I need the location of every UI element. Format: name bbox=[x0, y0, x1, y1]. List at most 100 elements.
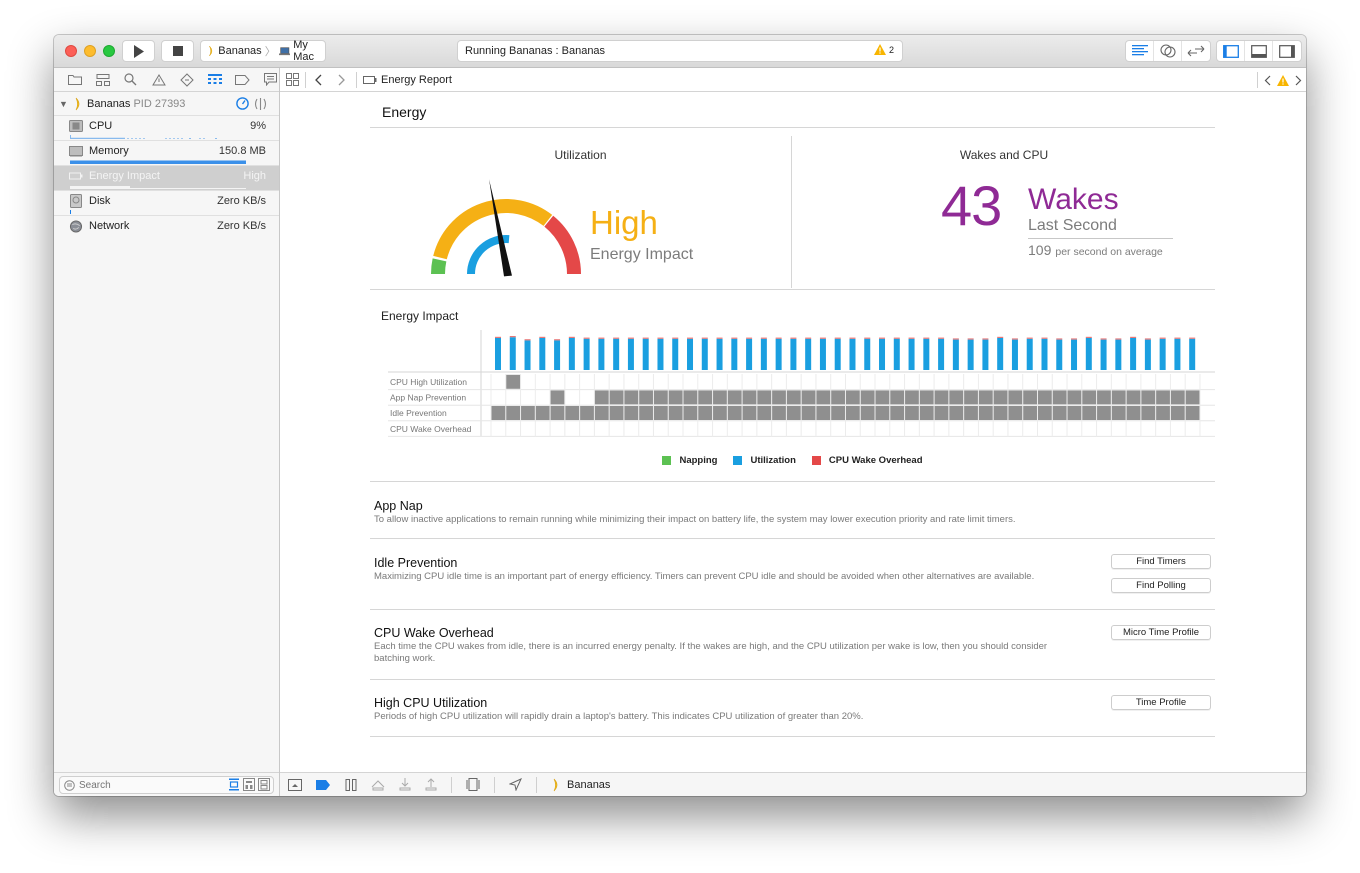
gauge-icon[interactable] bbox=[236, 97, 249, 110]
utilization-bar bbox=[701, 338, 708, 370]
warnings-indicator[interactable]: 2 bbox=[873, 44, 894, 55]
state-cell bbox=[993, 390, 1008, 405]
debug-navigator-tab[interactable] bbox=[206, 71, 223, 88]
next-issue-icon[interactable] bbox=[1295, 75, 1302, 86]
state-cell bbox=[875, 390, 890, 405]
disclosure-triangle-icon[interactable]: ▼ bbox=[59, 99, 71, 109]
breakpoints-toggle-icon[interactable] bbox=[316, 779, 331, 790]
utilization-bar bbox=[879, 338, 886, 370]
utilization-bar bbox=[893, 338, 900, 370]
related-items-icon[interactable] bbox=[286, 73, 299, 86]
thread-options-icon[interactable] bbox=[254, 98, 268, 110]
view-debugger-icon[interactable] bbox=[466, 778, 480, 791]
find-timers-button[interactable]: Find Timers bbox=[1111, 554, 1211, 569]
toggle-navigator-button[interactable] bbox=[1217, 41, 1245, 61]
gauge-network[interactable]: Network Zero KB/s bbox=[54, 216, 279, 241]
report-navigator-tab[interactable] bbox=[262, 71, 279, 88]
breakpoint-navigator-tab[interactable] bbox=[234, 71, 251, 88]
version-editor-button[interactable] bbox=[1182, 41, 1210, 61]
energy-impact-chart: CPU High Utilization App Nap Prevention Id… bbox=[388, 330, 1215, 437]
step-over-icon[interactable] bbox=[371, 779, 385, 791]
wake-overhead-bar bbox=[731, 337, 738, 339]
project-navigator-tab[interactable] bbox=[66, 71, 83, 88]
gauge-memory[interactable]: Memory 150.8 MB bbox=[54, 141, 279, 166]
section-high-cpu-utilization: High CPU Utilization Periods of high CPU… bbox=[370, 680, 1215, 737]
wake-overhead-bar bbox=[701, 337, 708, 339]
forward-icon[interactable] bbox=[338, 74, 346, 86]
jump-bar-title[interactable]: Energy Report bbox=[381, 74, 452, 86]
find-navigator-tab[interactable] bbox=[122, 71, 139, 88]
lines-icon bbox=[1131, 45, 1148, 56]
state-cell bbox=[506, 374, 521, 389]
state-cell bbox=[831, 406, 845, 420]
find-polling-button[interactable]: Find Polling bbox=[1111, 578, 1211, 593]
warning-icon[interactable] bbox=[1277, 74, 1289, 86]
section-app-nap: App Nap To allow inactive applications t… bbox=[370, 482, 1215, 539]
play-icon bbox=[133, 44, 144, 58]
gauge-disk[interactable]: Disk Zero KB/s bbox=[54, 191, 279, 216]
threads-filter-icon[interactable] bbox=[243, 778, 255, 791]
step-out-icon[interactable] bbox=[425, 778, 437, 791]
debug-navigator: ▼ Bananas PID 27393 CPU 9% Memory 150.8 … bbox=[54, 68, 280, 796]
network-icon bbox=[69, 220, 83, 233]
hide-debug-area-icon[interactable] bbox=[288, 778, 302, 791]
gauges-filter-icon[interactable] bbox=[228, 778, 240, 791]
gauge-value: Zero KB/s bbox=[217, 220, 266, 232]
close-window-button[interactable] bbox=[65, 45, 77, 57]
state-cell bbox=[1082, 406, 1097, 420]
left-panel-icon bbox=[1222, 44, 1239, 58]
wakes-period: Last Second bbox=[1028, 217, 1117, 234]
wake-overhead-bar bbox=[849, 337, 856, 339]
jump-bar: Energy Report bbox=[280, 68, 1306, 92]
micro-time-profile-button[interactable]: Micro Time Profile bbox=[1111, 625, 1211, 640]
debug-target[interactable]: Bananas bbox=[551, 778, 610, 792]
scheme-name[interactable]: Bananas bbox=[218, 45, 261, 57]
report-heading: Energy bbox=[370, 92, 1215, 128]
state-cell bbox=[1008, 390, 1023, 405]
location-icon[interactable] bbox=[509, 778, 522, 791]
stop-icon bbox=[172, 46, 183, 56]
search-input[interactable] bbox=[79, 779, 219, 791]
step-into-icon[interactable] bbox=[399, 778, 411, 791]
toggle-debug-area-button[interactable] bbox=[1245, 41, 1273, 61]
utilization-bar bbox=[1115, 339, 1122, 370]
assistant-editor-button[interactable] bbox=[1154, 41, 1182, 61]
filter-field[interactable] bbox=[59, 776, 274, 794]
state-cell bbox=[845, 390, 860, 405]
test-navigator-tab[interactable] bbox=[178, 71, 195, 88]
utilization-panel: Utilization High Energy Impact bbox=[370, 136, 792, 288]
minimize-window-button[interactable] bbox=[84, 45, 96, 57]
back-icon[interactable] bbox=[314, 74, 322, 86]
gauge-energy-impact[interactable]: Energy Impact High bbox=[54, 166, 279, 191]
symbol-navigator-tab[interactable] bbox=[94, 71, 111, 88]
issue-navigator-tab[interactable] bbox=[150, 71, 167, 88]
queues-filter-icon[interactable] bbox=[258, 778, 270, 791]
zoom-window-button[interactable] bbox=[103, 45, 115, 57]
utilization-bar bbox=[1041, 338, 1048, 370]
stop-button[interactable] bbox=[161, 40, 194, 62]
scheme-selector[interactable]: Bananas 〉 My Mac bbox=[200, 39, 326, 63]
utilization-bar bbox=[554, 340, 561, 370]
time-profile-button[interactable]: Time Profile bbox=[1111, 695, 1211, 710]
state-cell bbox=[624, 406, 639, 420]
run-button[interactable] bbox=[122, 40, 155, 62]
energy-level-caption: Energy Impact bbox=[590, 246, 694, 263]
process-row[interactable]: ▼ Bananas PID 27393 bbox=[54, 92, 279, 116]
bottom-panel-icon bbox=[1250, 44, 1267, 58]
section-cpu-wake-overhead: CPU Wake Overhead Each time the CPU wake… bbox=[370, 610, 1215, 680]
standard-editor-button[interactable] bbox=[1126, 41, 1154, 61]
wake-overhead-bar bbox=[1189, 337, 1196, 339]
destination-name[interactable]: My Mac bbox=[293, 39, 325, 63]
previous-issue-icon[interactable] bbox=[1264, 75, 1271, 86]
energy-report: Energy Utilization High Energy Impact Wa… bbox=[370, 92, 1215, 737]
section-title: Idle Prevention bbox=[374, 556, 458, 570]
banana-icon bbox=[75, 97, 80, 110]
state-cell bbox=[978, 390, 993, 405]
gauge-cpu[interactable]: CPU 9% bbox=[54, 116, 279, 141]
divider bbox=[494, 776, 495, 793]
wake-overhead-bar bbox=[746, 337, 753, 339]
pause-icon[interactable] bbox=[345, 778, 357, 791]
wakes-title: Wakes and CPU bbox=[959, 148, 1049, 162]
toggle-utilities-button[interactable] bbox=[1273, 41, 1301, 61]
state-cell bbox=[550, 390, 565, 405]
